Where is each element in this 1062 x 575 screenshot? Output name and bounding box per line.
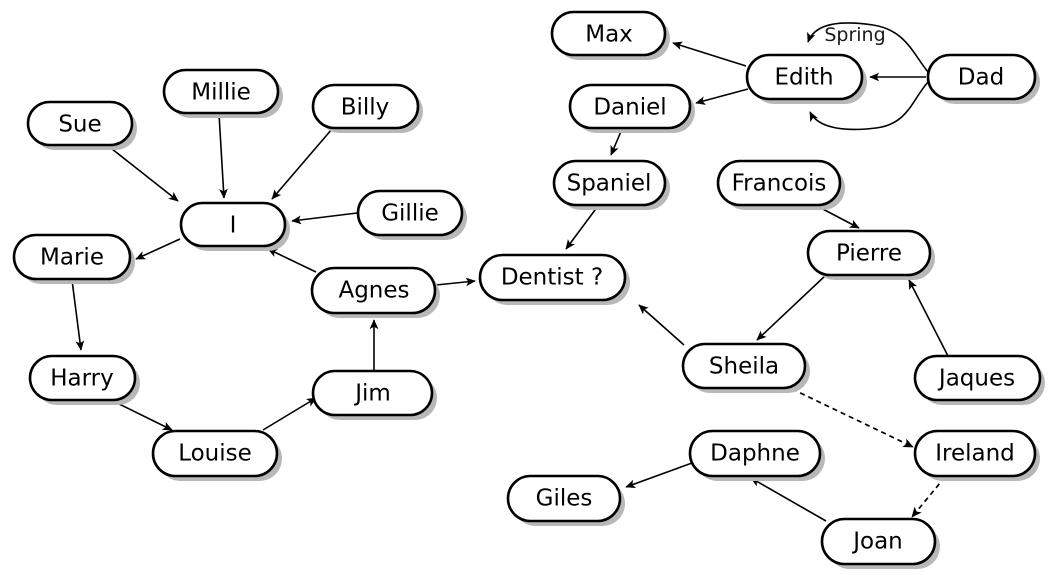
node-label-francois: Francois: [732, 171, 827, 197]
edge-edith-daniel: [695, 88, 749, 105]
node-harry[interactable]: Harry: [28, 354, 140, 405]
node-label-jim: Jim: [353, 381, 391, 407]
edge-label-spring: Spring: [824, 24, 885, 46]
node-giles[interactable]: Giles: [506, 474, 625, 526]
edge-ireland-joan: [911, 476, 946, 518]
node-label-spaniel: Spaniel: [567, 171, 652, 197]
node-louise[interactable]: Louise: [151, 429, 282, 481]
edge-sue-i: [106, 144, 179, 202]
node-label-jaques: Jaques: [937, 366, 1015, 392]
node-dad[interactable]: Dad: [926, 53, 1040, 104]
edge-daphne-giles: [625, 462, 693, 488]
edge-harry-louise: [112, 400, 173, 431]
node-joan[interactable]: Joan: [820, 517, 940, 569]
node-gillie[interactable]: Gillie: [356, 189, 467, 240]
node-label-agnes: Agnes: [338, 278, 409, 304]
node-daphne[interactable]: Daphne: [688, 429, 825, 481]
node-label-sue: Sue: [58, 112, 101, 138]
node-sheila[interactable]: Sheila: [681, 342, 810, 393]
edge-gillie-i: [291, 212, 358, 225]
edge-agnes-i: [267, 248, 317, 273]
nodes-layer: Sue Millie Billy Gillie I Marie Harry Lo…: [12, 10, 1045, 569]
edge-marie-harry: [71, 279, 85, 351]
edge-sheila-dentist: [638, 304, 685, 346]
node-label-pierre: Pierre: [836, 241, 902, 267]
node-label-max: Max: [585, 22, 633, 48]
diagram-canvas: Spring Sue Millie Billy Gillie I Marie H…: [0, 0, 1062, 575]
node-label-gillie: Gillie: [381, 201, 439, 227]
node-marie[interactable]: Marie: [12, 233, 135, 284]
node-i[interactable]: I: [179, 201, 290, 251]
node-label-ireland: Ireland: [935, 441, 1015, 467]
node-max[interactable]: Max: [550, 10, 670, 60]
node-label-daniel: Daniel: [593, 95, 666, 121]
edge-millie-i: [218, 113, 228, 199]
node-label-louise: Louise: [178, 441, 252, 467]
edge-louise-jim: [262, 397, 317, 431]
node-millie[interactable]: Millie: [162, 68, 283, 118]
node-label-i: I: [230, 213, 237, 239]
edge-agnes-dentist: [435, 277, 476, 287]
node-jaques[interactable]: Jaques: [913, 354, 1045, 405]
node-agnes[interactable]: Agnes: [310, 266, 440, 318]
node-label-joan: Joan: [851, 529, 903, 555]
node-daniel[interactable]: Daniel: [568, 83, 695, 133]
node-francois[interactable]: Francois: [716, 159, 845, 210]
node-label-edith: Edith: [774, 65, 833, 91]
node-label-daphne: Daphne: [710, 441, 800, 467]
edge-labels-layer: Spring: [824, 24, 885, 46]
edge-joan-daphne: [750, 477, 827, 522]
node-label-harry: Harry: [50, 366, 114, 392]
node-label-dad: Dad: [958, 65, 1004, 91]
node-billy[interactable]: Billy: [311, 83, 423, 133]
node-sue[interactable]: Sue: [26, 100, 137, 150]
graph-svg: Spring Sue Millie Billy Gillie I Marie H…: [12, 10, 1045, 569]
node-ireland[interactable]: Ireland: [913, 429, 1040, 481]
node-label-sheila: Sheila: [709, 354, 779, 380]
node-label-marie: Marie: [40, 245, 104, 271]
node-pierre[interactable]: Pierre: [806, 229, 935, 280]
node-label-dentist: Dentist ?: [501, 265, 603, 291]
node-spaniel[interactable]: Spaniel: [552, 159, 670, 210]
edge-pierre-sheila: [756, 274, 827, 341]
edge-jaques-pierre: [908, 279, 949, 357]
node-label-millie: Millie: [191, 80, 251, 106]
node-edith[interactable]: Edith: [745, 53, 867, 104]
edge-i-marie: [135, 238, 181, 260]
edge-billy-i: [271, 128, 333, 200]
node-dentist[interactable]: Dentist ?: [478, 253, 630, 305]
node-label-billy: Billy: [341, 95, 390, 121]
edge-edith-max: [672, 41, 747, 67]
edge-spaniel-dentist: [565, 205, 599, 250]
node-jim[interactable]: Jim: [311, 369, 437, 420]
node-label-giles: Giles: [536, 486, 593, 512]
